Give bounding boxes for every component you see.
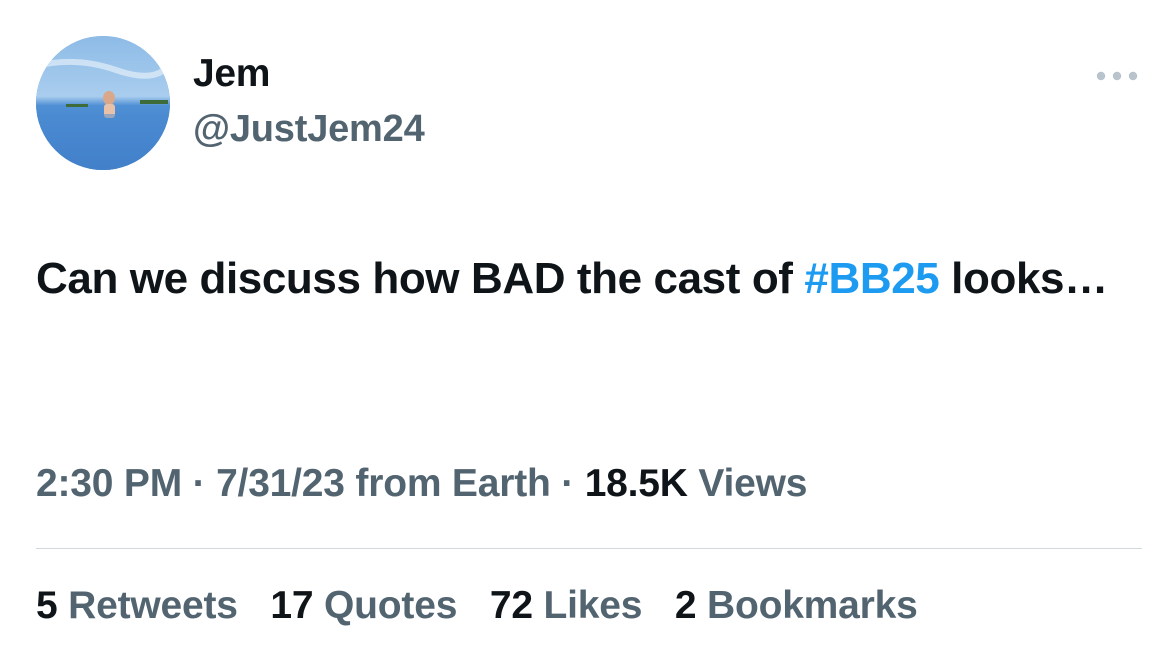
bookmarks-count: 2 bbox=[674, 584, 697, 627]
tweet-source: from Earth bbox=[344, 462, 551, 505]
user-handle[interactable]: @JustJem24 bbox=[193, 108, 425, 151]
tweet-text: Can we discuss how BAD the cast of #BB25… bbox=[36, 248, 1126, 310]
avatar[interactable] bbox=[36, 36, 170, 170]
engagement-stats: 5 Retweets 17 Quotes 72 Likes 2 Bookmark… bbox=[36, 584, 940, 628]
likes-stat[interactable]: 72 Likes bbox=[489, 584, 643, 627]
tweet-time[interactable]: 2:30 PM bbox=[36, 462, 182, 505]
display-name[interactable]: Jem bbox=[193, 52, 270, 96]
views-label: Views bbox=[687, 462, 808, 505]
retweets-label: Retweets bbox=[57, 584, 238, 627]
divider bbox=[36, 548, 1142, 549]
quotes-stat[interactable]: 17 Quotes bbox=[270, 584, 457, 627]
retweets-count: 5 bbox=[36, 584, 58, 627]
separator: · bbox=[182, 462, 217, 505]
bookmarks-stat[interactable]: 2 Bookmarks bbox=[675, 584, 918, 627]
tweet-text-part: Can we discuss how BAD the cast of bbox=[36, 254, 805, 303]
tweet-text-part: looks… bbox=[939, 254, 1108, 303]
hashtag-link[interactable]: #BB25 bbox=[804, 254, 939, 303]
bookmarks-label: Bookmarks bbox=[696, 584, 918, 627]
profile-photo-icon bbox=[36, 36, 170, 170]
quotes-label: Quotes bbox=[313, 584, 458, 627]
tweet-detail: Jem @JustJem24 Can we discuss how BAD th… bbox=[0, 0, 1154, 656]
tweet-metadata: 2:30 PM · 7/31/23 from Earth · 18.5K Vie… bbox=[36, 462, 807, 506]
more-options-icon[interactable] bbox=[1094, 66, 1140, 86]
likes-count: 72 bbox=[489, 584, 533, 627]
tweet-date[interactable]: 7/31/23 bbox=[216, 462, 345, 505]
retweets-stat[interactable]: 5 Retweets bbox=[36, 584, 238, 627]
separator: · bbox=[550, 462, 585, 505]
views-count: 18.5K bbox=[584, 462, 688, 505]
likes-label: Likes bbox=[532, 584, 643, 627]
quotes-count: 17 bbox=[270, 584, 314, 627]
